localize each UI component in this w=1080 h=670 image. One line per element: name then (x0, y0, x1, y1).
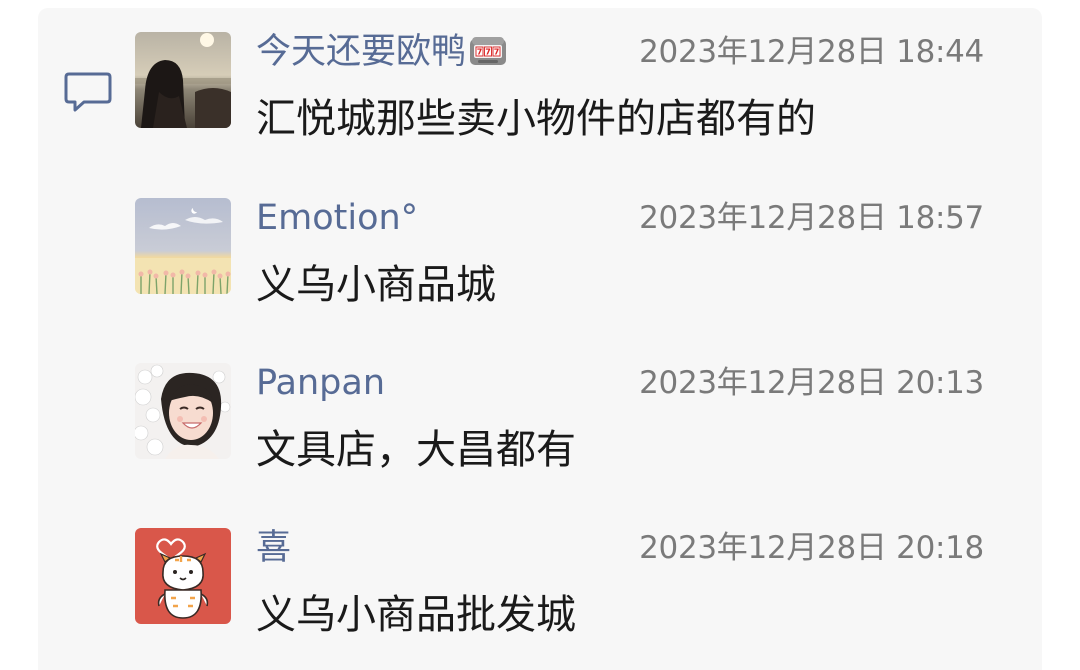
comment-text: 汇悦城那些卖小物件的店都有的 (256, 96, 816, 142)
comment-author[interactable]: Panpan (256, 363, 385, 403)
svg-text:7: 7 (485, 48, 491, 57)
avatar[interactable] (135, 198, 231, 294)
avatar[interactable] (135, 32, 231, 128)
comment-author[interactable]: 今天还要欧鸭 7 7 7 (256, 32, 508, 72)
comment-time: 2023年12月28日 18:44 (639, 34, 984, 70)
comment-item: Panpan 2023年12月28日 20:13 文具店，大昌都有 (0, 363, 1080, 503)
comment-time: 2023年12月28日 18:57 (639, 200, 984, 236)
comment-text: 文具店，大昌都有 (256, 427, 576, 473)
svg-text:7: 7 (477, 48, 483, 57)
comment-time: 2023年12月28日 20:13 (639, 365, 984, 401)
comment-text: 义乌小商品城 (256, 262, 496, 308)
comment-author[interactable]: 喜 (256, 528, 291, 568)
avatar[interactable] (135, 363, 231, 459)
slot-machine-icon: 7 7 7 (468, 33, 508, 76)
svg-text:7: 7 (494, 48, 500, 57)
comment-time: 2023年12月28日 20:18 (639, 530, 984, 566)
comment-item: 今天还要欧鸭 7 7 7 2023年12月28日 18:44 汇悦城那些卖小物件… (0, 32, 1080, 172)
comment-item: Emotion° 2023年12月28日 18:57 义乌小商品城 (0, 198, 1080, 338)
comment-text: 义乌小商品批发城 (256, 592, 576, 638)
comment-author[interactable]: Emotion° (256, 198, 418, 238)
comment-item: 喜 2023年12月28日 20:18 义乌小商品批发城 (0, 528, 1080, 668)
avatar[interactable] (135, 528, 231, 624)
